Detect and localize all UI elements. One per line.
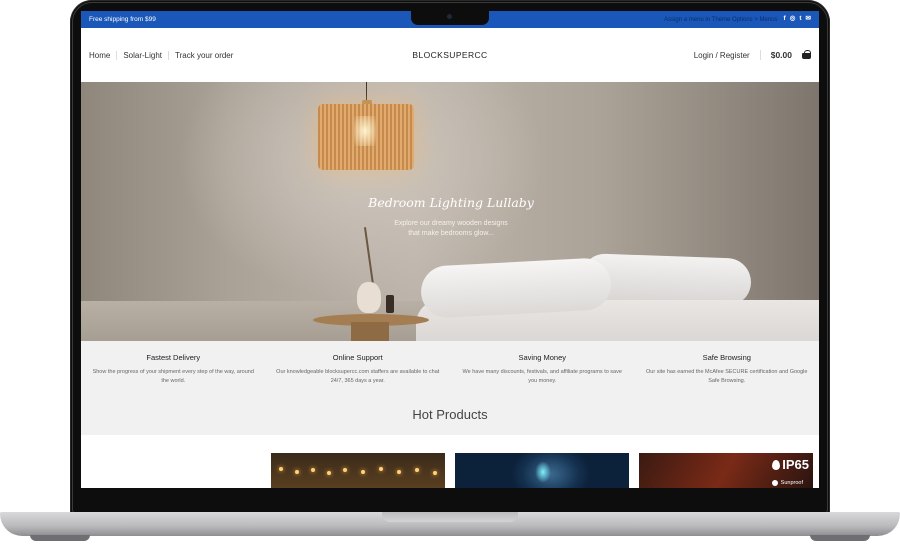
hero-subtitle-line: Explore our dreamy wooden designs — [394, 220, 508, 227]
main-nav: Home Solar-Light Track your order — [89, 50, 329, 60]
email-icon[interactable]: ✉ — [806, 16, 811, 23]
facebook-icon[interactable]: f — [784, 16, 786, 23]
feature-title: Online Support — [332, 353, 383, 362]
features-section: Fastest Delivery Show the progress of yo… — [81, 341, 819, 447]
free-shipping-text: Free shipping from $99 — [89, 16, 156, 23]
ip65-label: IP65 — [782, 457, 809, 472]
feature-description: Show the progress of your shipment every… — [92, 369, 254, 384]
camera-icon — [447, 14, 452, 19]
site-logo[interactable]: BLOCKSUPERCC — [412, 50, 487, 60]
product-card-string-lights[interactable] — [271, 453, 445, 488]
feature-saving-money: Saving Money We have many discounts, fes… — [450, 341, 635, 447]
sun-icon — [771, 480, 778, 486]
nav-item-track-order[interactable]: Track your order — [175, 51, 233, 60]
nav-divider — [116, 50, 118, 60]
product-card-ip65-lights[interactable]: IP65 Sunproof — [639, 453, 813, 488]
feature-online-support: Online Support Our knowledgeable blocksu… — [266, 341, 451, 447]
login-register-link[interactable]: Login / Register — [694, 51, 750, 60]
sunproof-badge: Sunproof — [771, 480, 803, 486]
ip65-badge: IP65 — [772, 457, 809, 472]
cart-icon[interactable] — [802, 50, 811, 59]
account-area: Login / Register $0.00 — [571, 50, 811, 60]
lamp-cord — [366, 82, 367, 102]
feature-description: Our site has earned the McAfee SECURE ce… — [646, 369, 808, 384]
social-links: f ◎ t ✉ — [784, 16, 811, 23]
twitter-icon[interactable]: t — [799, 16, 801, 23]
feature-title: Saving Money — [518, 353, 567, 362]
feature-title: Safe Browsing — [702, 353, 751, 362]
product-grid: IP65 Sunproof — [81, 435, 819, 488]
laptop-foot — [30, 535, 90, 541]
menu-notice-text: Assign a menu in Theme Options > Menus — [664, 16, 778, 23]
feature-fastest-delivery: Fastest Delivery Show the progress of yo… — [81, 341, 266, 447]
header-divider — [759, 50, 761, 60]
pillow-front — [419, 257, 613, 319]
site-header: Home Solar-Light Track your order BLOCKS… — [81, 28, 819, 82]
bottle-image — [386, 295, 394, 313]
hero-subtitle-line: that make bedrooms glow... — [408, 230, 494, 237]
feature-description: Our knowledgeable blocksupercc.com staff… — [276, 369, 440, 384]
tree-lights-image — [535, 461, 551, 483]
vase-image — [357, 282, 381, 313]
camera-notch — [411, 11, 489, 25]
hero-subtitle: Explore our dreamy wooden designs that m… — [361, 219, 541, 239]
nav-item-home[interactable]: Home — [89, 51, 110, 60]
water-drop-icon — [772, 459, 781, 470]
side-table-base — [351, 322, 389, 341]
product-card-christmas-tree[interactable] — [455, 453, 629, 488]
feature-description: We have many discounts, festivals, and a… — [462, 369, 622, 384]
instagram-icon[interactable]: ◎ — [790, 16, 796, 23]
hero-banner[interactable]: Bedroom Lighting Lullaby Explore our dre… — [81, 82, 819, 341]
nav-divider — [168, 50, 170, 60]
feature-title: Fastest Delivery — [146, 353, 201, 362]
laptop-screen: Free shipping from $99 Assign a menu in … — [81, 11, 819, 488]
hot-products-heading: Hot Products — [412, 407, 488, 422]
hero-title: Bedroom Lighting Lullaby — [368, 195, 534, 210]
topbar-right: Assign a menu in Theme Options > Menus f… — [664, 16, 811, 23]
feature-safe-browsing: Safe Browsing Our site has earned the Mc… — [635, 341, 820, 447]
cart-total[interactable]: $0.00 — [771, 50, 792, 60]
laptop-foot — [810, 535, 870, 541]
laptop-opening-notch — [382, 512, 518, 522]
sunproof-label: Sunproof — [780, 480, 803, 486]
string-lights-image — [271, 463, 445, 477]
lamp-bulb-glow — [354, 116, 376, 146]
nav-item-solar-light[interactable]: Solar-Light — [123, 51, 162, 60]
